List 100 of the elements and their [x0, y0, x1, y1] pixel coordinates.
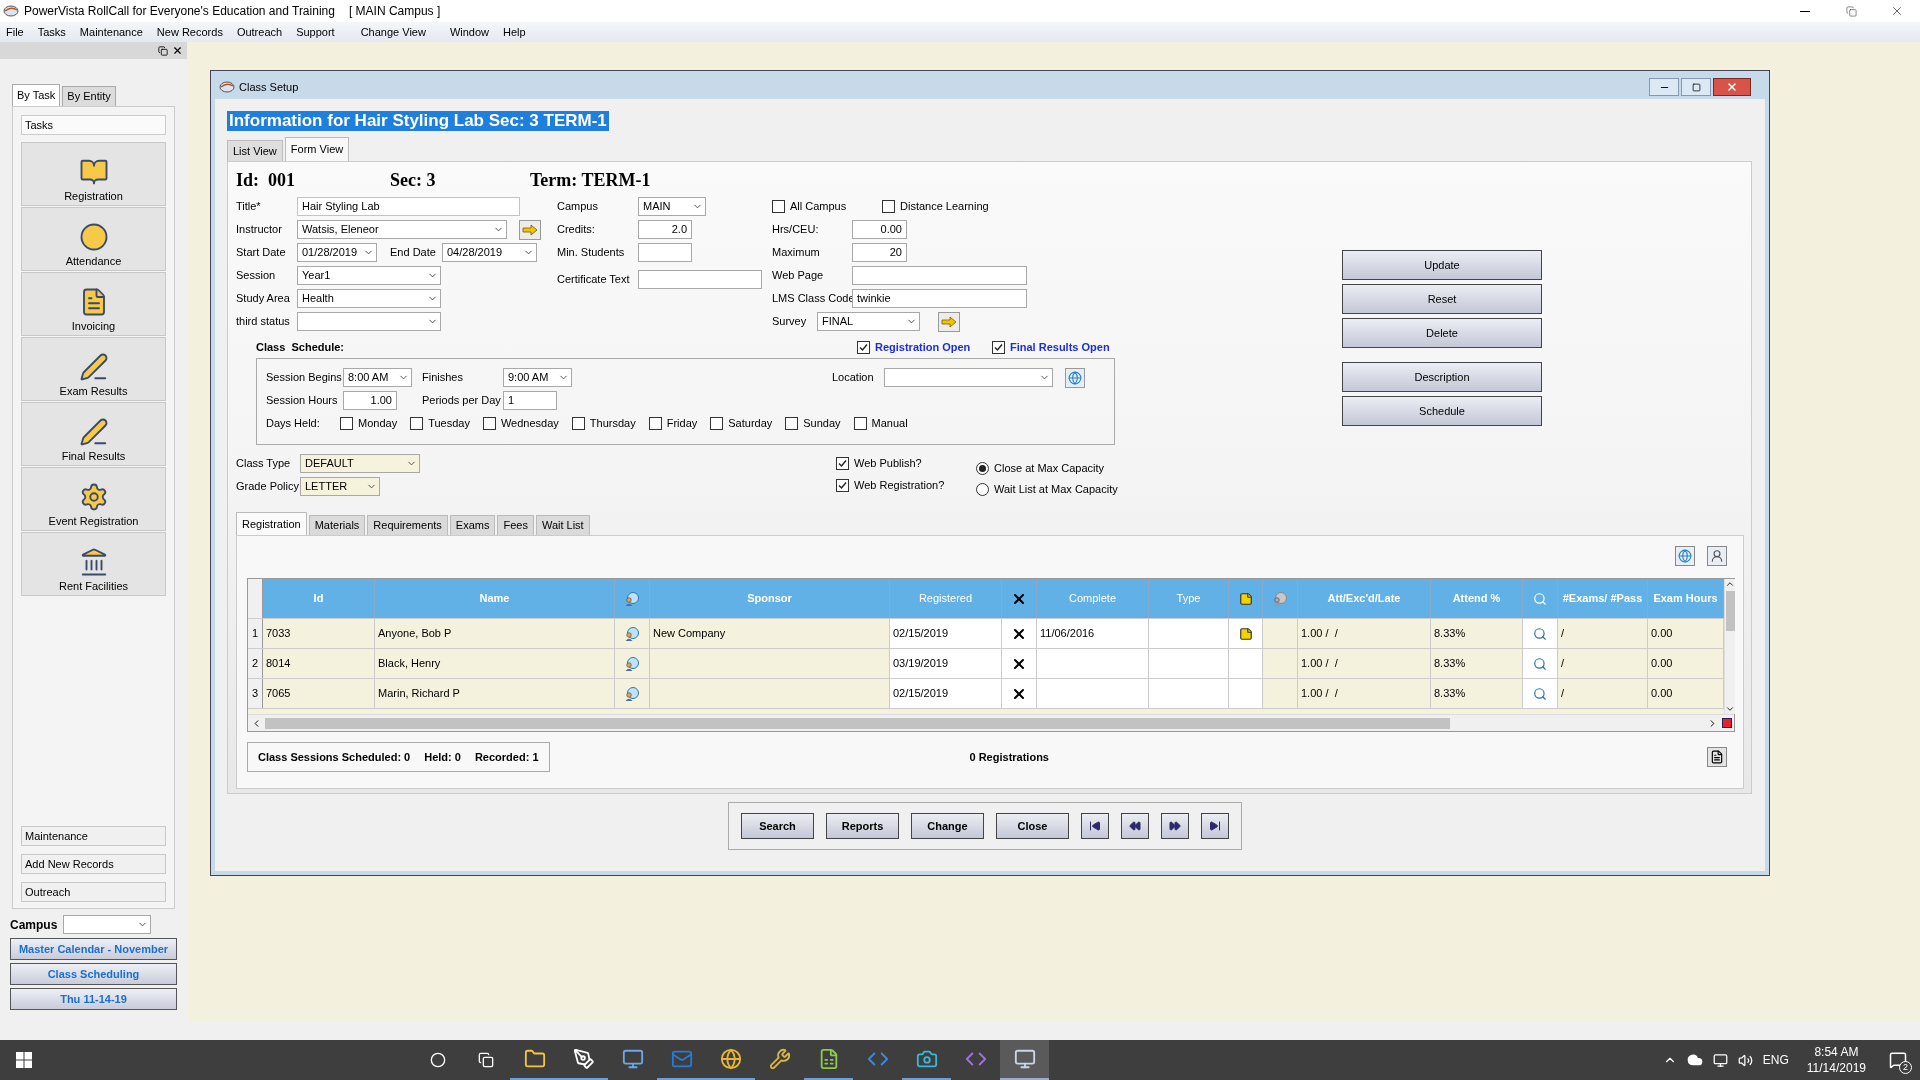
input-field[interactable]: twinkie — [852, 289, 1027, 308]
radio-button[interactable] — [976, 483, 989, 496]
command-button[interactable]: Change — [911, 813, 984, 839]
sidebar-tab[interactable]: By Entity — [62, 86, 116, 106]
menu-item[interactable]: Outreach — [236, 23, 283, 41]
input-field[interactable] — [638, 270, 762, 289]
command-button[interactable]: Reports — [826, 813, 899, 839]
scroll-thumb[interactable] — [265, 717, 1450, 729]
group-button[interactable]: Outreach — [21, 882, 166, 902]
view-tab[interactable]: Form View — [284, 137, 350, 161]
group-button[interactable]: Add New Records — [21, 854, 166, 874]
action-button[interactable]: Description — [1342, 362, 1542, 392]
nav-button[interactable] — [1121, 813, 1149, 839]
contact-button[interactable] — [1707, 546, 1727, 566]
dropdown[interactable]: 04/28/2019 — [442, 243, 537, 262]
link-button[interactable]: Thu 11-14-19 — [10, 988, 177, 1010]
checkbox[interactable] — [785, 417, 799, 430]
network-icon[interactable] — [1712, 1052, 1728, 1068]
checkbox[interactable] — [772, 200, 785, 213]
icon-column-header[interactable] — [1229, 579, 1263, 618]
dropdown[interactable]: 01/28/2019 — [297, 243, 377, 262]
print-button[interactable] — [1707, 747, 1727, 767]
detail-tab[interactable]: Exams — [449, 515, 496, 535]
dropdown[interactable]: DEFAULT — [300, 454, 420, 473]
menu-item[interactable]: Support — [296, 23, 335, 41]
checkbox[interactable] — [710, 417, 724, 430]
clock[interactable]: 8:54 AM 11/14/2019 — [1806, 1044, 1866, 1076]
dropdown[interactable]: 8:00 AM — [343, 368, 412, 387]
maximize-button[interactable] — [1681, 78, 1711, 96]
checkbox[interactable] — [410, 417, 424, 430]
checkbox[interactable] — [340, 417, 353, 430]
close-icon[interactable] — [172, 45, 183, 56]
checkbox[interactable] — [992, 340, 1005, 354]
language-indicator[interactable]: ENG — [1762, 1051, 1789, 1069]
float-icon[interactable] — [158, 45, 168, 56]
input-field[interactable]: 1.00 — [343, 391, 397, 410]
action-button[interactable]: Schedule — [1342, 396, 1542, 426]
globe-button[interactable] — [1675, 546, 1695, 566]
link-button[interactable]: Master Calendar - November — [10, 938, 177, 960]
menu-item[interactable]: Window — [449, 23, 490, 41]
input-field[interactable] — [852, 266, 1027, 285]
dropdown[interactable]: Health — [297, 289, 441, 308]
taskbar-app[interactable] — [1000, 1040, 1049, 1080]
dropdown[interactable]: LETTER — [300, 477, 380, 496]
search-icon[interactable] — [1533, 626, 1547, 641]
icon-column-header[interactable] — [1002, 579, 1037, 618]
input-field[interactable]: 1 — [503, 391, 557, 410]
nav-button[interactable] — [1081, 813, 1109, 839]
detail-tab[interactable]: Registration — [236, 512, 307, 535]
nav-button[interactable] — [1201, 813, 1229, 839]
menu-item[interactable]: New Records — [156, 23, 223, 41]
dropdown[interactable]: Year1 — [297, 266, 441, 285]
arrow-button[interactable] — [519, 219, 541, 240]
input-field[interactable]: 0.00 — [852, 220, 907, 239]
close-button[interactable] — [1713, 78, 1751, 96]
checkbox[interactable] — [882, 200, 895, 213]
arrow-button[interactable] — [938, 311, 960, 332]
dropdown[interactable]: Watsis, Eleneor — [297, 220, 507, 239]
vertical-scrollbar[interactable] — [1724, 579, 1735, 714]
scroll-down-icon[interactable] — [1725, 704, 1735, 714]
input-field[interactable] — [638, 243, 692, 262]
checkbox[interactable] — [857, 340, 870, 354]
scroll-thumb[interactable] — [1725, 591, 1735, 631]
detail-tab[interactable]: Requirements — [367, 515, 448, 535]
nav-button[interactable] — [1161, 813, 1189, 839]
menu-item[interactable]: Tasks — [37, 23, 66, 41]
search-icon[interactable] — [1533, 656, 1547, 671]
checkbox[interactable] — [836, 478, 849, 492]
horizontal-scrollbar[interactable] — [248, 714, 1734, 731]
link-button[interactable]: Class Scheduling — [10, 963, 177, 985]
radio-button[interactable] — [976, 462, 989, 475]
menu-item[interactable]: Help — [503, 23, 526, 41]
menu-item[interactable]: File — [6, 23, 24, 41]
task-button[interactable]: Invoicing — [21, 272, 166, 336]
detail-tab[interactable]: Fees — [497, 515, 534, 535]
menu-item[interactable]: Maintenance — [79, 23, 143, 41]
group-button[interactable]: Maintenance — [21, 826, 166, 846]
task-button[interactable]: Rent Facilities — [21, 532, 166, 596]
checkbox[interactable] — [853, 417, 867, 430]
checkbox[interactable] — [836, 456, 849, 470]
detail-tab[interactable]: Wait List — [535, 515, 590, 535]
input-field[interactable]: Hair Styling Lab — [297, 197, 520, 216]
action-button[interactable]: Delete — [1342, 318, 1542, 348]
detail-tab[interactable]: Materials — [308, 515, 366, 535]
dropdown[interactable]: FINAL — [817, 312, 920, 331]
command-button[interactable]: Search — [741, 813, 814, 839]
view-tab[interactable]: List View — [227, 140, 283, 161]
task-button[interactable]: Final Results — [21, 402, 166, 466]
command-button[interactable]: Close — [996, 813, 1069, 839]
checkbox[interactable] — [571, 417, 585, 430]
task-button[interactable]: Exam Results — [21, 337, 166, 401]
sidebar-tab[interactable]: By Task — [12, 84, 61, 106]
input-field[interactable]: 20 — [852, 243, 907, 262]
task-button[interactable]: Attendance — [21, 207, 166, 271]
dropdown[interactable]: 9:00 AM — [503, 368, 572, 387]
action-button[interactable]: Update — [1342, 250, 1542, 280]
volume-icon[interactable] — [1737, 1052, 1753, 1068]
scroll-up-icon[interactable] — [1725, 579, 1735, 589]
task-button[interactable]: Registration — [21, 142, 166, 206]
menu-item[interactable]: Change View — [360, 23, 426, 41]
